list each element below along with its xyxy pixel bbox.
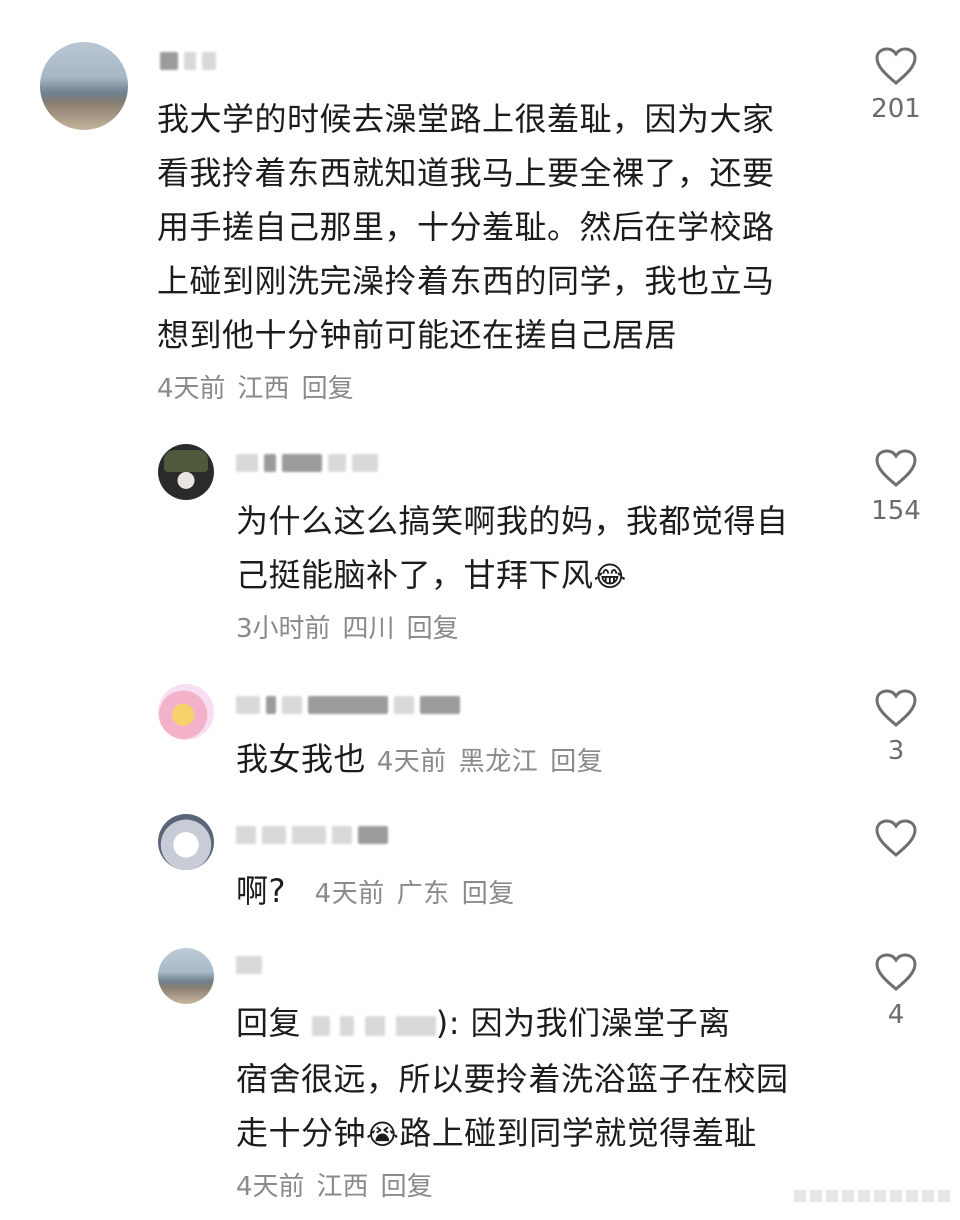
comment-line: 我女我也: [236, 740, 367, 778]
avatar[interactable]: [158, 684, 214, 740]
timestamp: 4天前: [376, 747, 447, 777]
watermark-blurred: [794, 1190, 950, 1202]
comment-line: 啊?: [236, 872, 286, 910]
comment-text: 为什么这么搞笑啊我的妈，我都觉得自 己挺能脑补了，甘拜下风😂: [236, 494, 789, 604]
heart-icon: [875, 47, 917, 85]
like-button[interactable]: 4: [866, 952, 926, 1030]
crying-emoji: 😭: [366, 1118, 400, 1151]
username-blurred[interactable]: [236, 954, 262, 976]
username-blurred[interactable]: [236, 694, 460, 716]
reply-prefix: 回复: [236, 1004, 302, 1042]
comment-line: 宿舍很远，所以要拎着洗浴篮子在校园: [236, 1060, 789, 1098]
reply-button[interactable]: 回复: [407, 614, 459, 644]
username-blurred[interactable]: [160, 50, 216, 72]
comment-text: 我大学的时候去澡堂路上很羞耻，因为大家 看我拎着东西就知道我马上要全裸了，还要 …: [157, 92, 775, 362]
timestamp: 3小时前: [236, 614, 331, 644]
username-blurred[interactable]: [236, 452, 378, 474]
username-blurred[interactable]: [236, 824, 388, 846]
location: 江西: [316, 1172, 369, 1202]
comment-line: 看我拎着东西就知道我马上要全裸了，还要: [157, 154, 775, 192]
comment-line: 走十分钟: [236, 1114, 367, 1152]
like-count: 201: [871, 94, 921, 124]
comment-line: 因为我们澡堂子离: [470, 1004, 731, 1042]
avatar[interactable]: [158, 444, 214, 500]
laughing-emoji: 😂: [593, 560, 627, 593]
location: 黑龙江: [458, 747, 539, 777]
comment-line: 路上碰到同学就觉得羞耻: [399, 1114, 757, 1152]
avatar[interactable]: [158, 814, 214, 870]
reply-button[interactable]: 回复: [462, 879, 515, 909]
comment-text: 回复 ): 因为我们澡堂子离 宿舍很远，所以要拎着洗浴篮子在校园 走十分钟😭路上…: [236, 996, 789, 1162]
comment-line: 用手搓自己那里，十分羞耻。然后在学校路: [157, 208, 775, 246]
reply-button[interactable]: 回复: [381, 1172, 433, 1202]
heart-icon: [875, 953, 917, 991]
timestamp: 4天前: [157, 374, 226, 404]
comment-line: 想到他十分钟前可能还在搓自己居居: [157, 316, 678, 354]
location: 四川: [342, 614, 395, 644]
comment-line: 我大学的时候去澡堂路上很羞耻，因为大家: [157, 100, 775, 138]
timestamp: 4天前: [236, 1172, 305, 1202]
like-count: 154: [871, 496, 921, 526]
mentioned-username-blurred[interactable]: [311, 998, 436, 1052]
comment-line: 上碰到刚洗完澡拎着东西的同学，我也立马: [157, 262, 775, 300]
location: 江西: [237, 374, 290, 404]
comment-meta: 3小时前 四川 回复: [236, 612, 471, 646]
heart-icon: [875, 689, 917, 727]
reply-button[interactable]: 回复: [302, 374, 354, 404]
comment-line: 己挺能脑补了，甘拜下风: [236, 556, 594, 594]
location: 广东: [396, 879, 450, 909]
heart-icon: [875, 449, 917, 487]
like-count: 4: [887, 1000, 905, 1030]
comment-meta: 4天前 江西 回复: [157, 372, 366, 406]
avatar[interactable]: [40, 42, 128, 130]
like-button[interactable]: [866, 818, 926, 858]
comment-line: 为什么这么搞笑啊我的妈，我都觉得自: [236, 502, 789, 540]
reply-button[interactable]: 回复: [550, 747, 603, 777]
comment-text: 我女我也 4天前 黑龙江 回复: [236, 732, 615, 786]
heart-icon: [875, 819, 917, 857]
comment-meta: 4天前 江西 回复: [236, 1170, 445, 1204]
comment-text: 啊? 4天前 广东 回复: [236, 864, 527, 918]
like-count: 3: [887, 736, 905, 766]
timestamp: 4天前: [314, 879, 385, 909]
mention-tail: ):: [435, 1004, 460, 1042]
like-button[interactable]: 201: [866, 46, 926, 124]
avatar[interactable]: [158, 948, 214, 1004]
like-button[interactable]: 154: [866, 448, 926, 526]
like-button[interactable]: 3: [866, 688, 926, 766]
